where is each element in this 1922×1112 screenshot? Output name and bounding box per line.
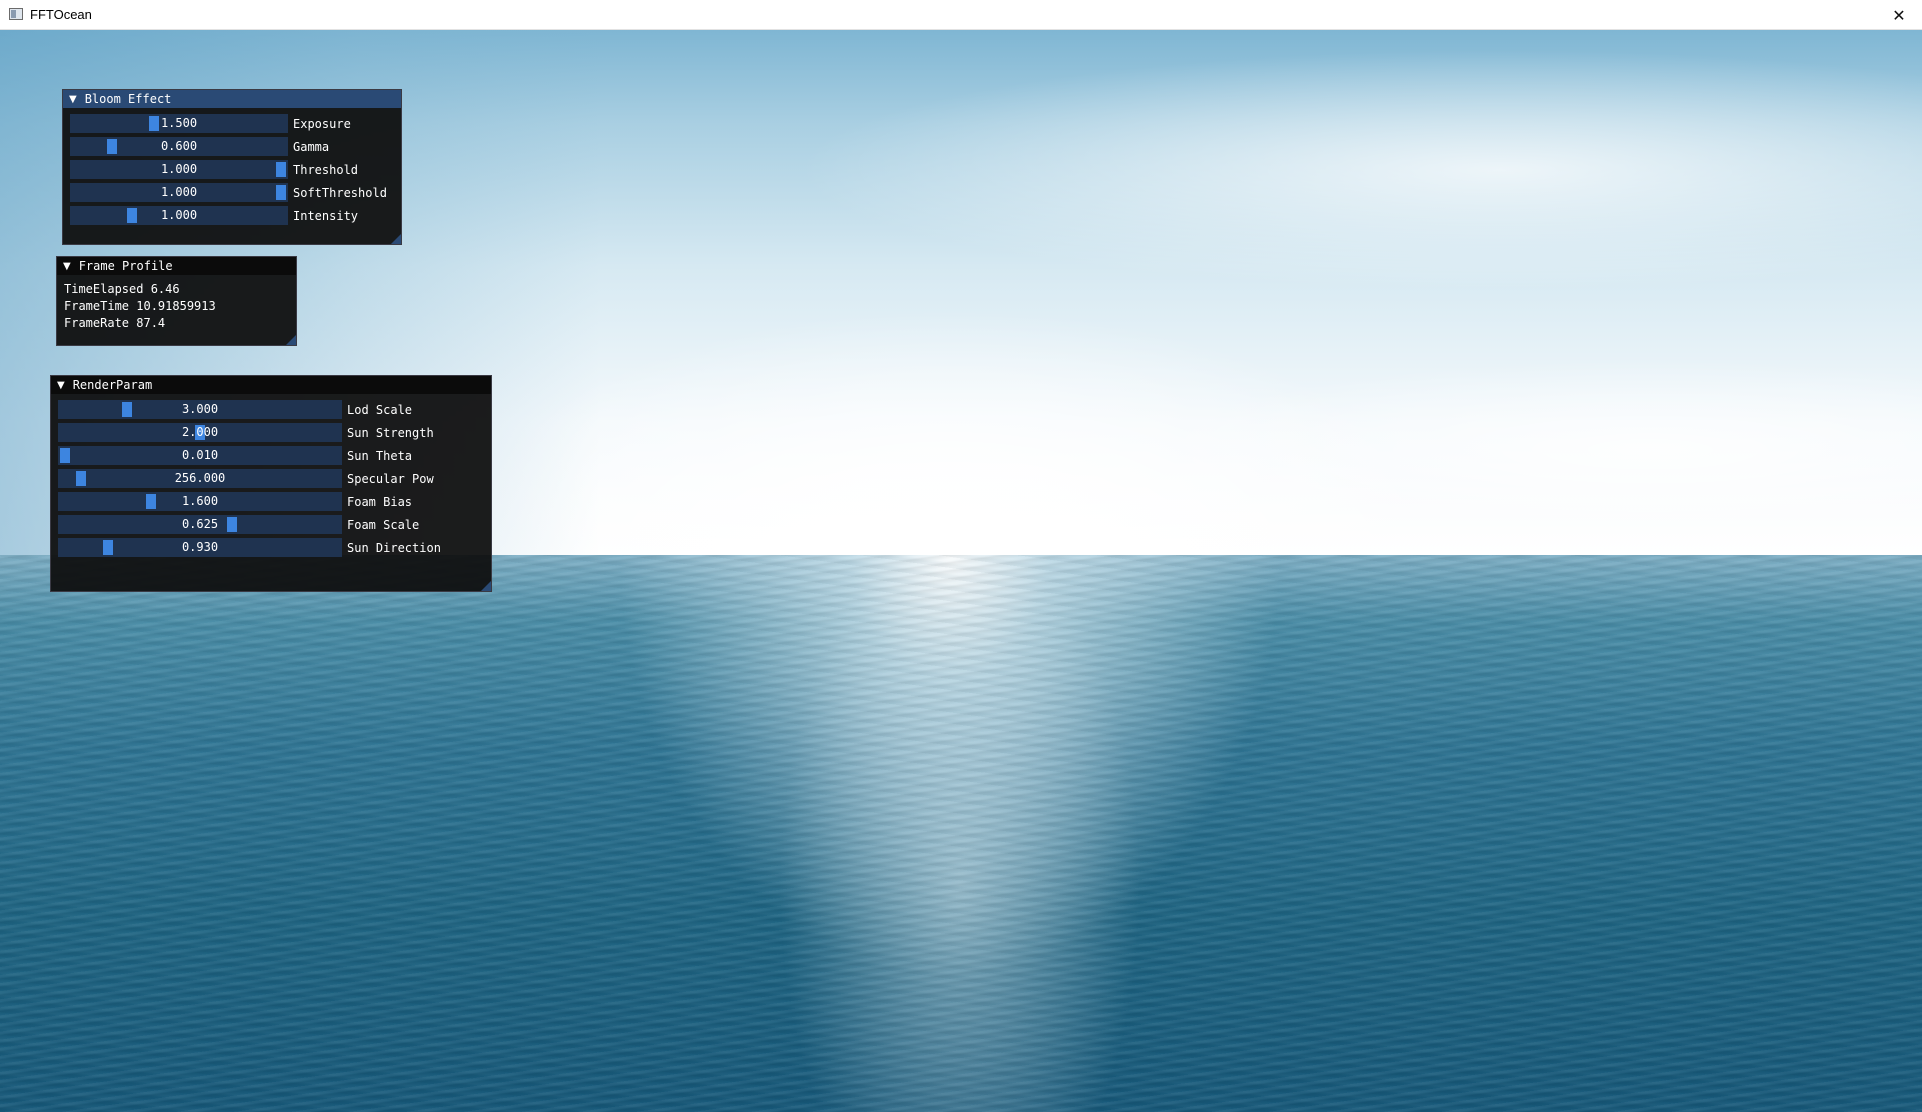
slider-gamma[interactable]: 0.600 xyxy=(70,137,288,156)
resize-grip-icon[interactable] xyxy=(286,335,296,345)
time-elapsed-text: TimeElapsed 6.46 xyxy=(64,282,180,296)
slider-value: 256.000 xyxy=(174,471,226,485)
slider-sun-theta[interactable]: 0.010 xyxy=(58,446,342,465)
app-window-icon xyxy=(9,8,23,20)
slider-label: Foam Scale xyxy=(347,517,420,532)
resize-grip-icon[interactable] xyxy=(481,581,491,591)
slider-label: Foam Bias xyxy=(347,494,413,509)
slider-row: 0.010 Sun Theta xyxy=(51,444,491,467)
panel-title: Frame Profile xyxy=(78,259,173,273)
slider-value: 2.000 xyxy=(181,425,219,439)
slider-row: 0.625 Foam Scale xyxy=(51,513,491,536)
frame-rate-text: FrameRate 87.4 xyxy=(64,316,166,330)
slider-label: Threshold xyxy=(293,162,359,177)
bloom-effect-panel: ▼ Bloom Effect 1.500 Exposure 0.600 Gamma 1.… xyxy=(62,89,402,245)
window-title-bar: FFTOcean ✕ xyxy=(0,0,1922,30)
slider-foam-scale[interactable]: 0.625 xyxy=(58,515,342,534)
slider-row: 1.000 SoftThreshold xyxy=(63,181,401,204)
render-param-header[interactable]: ▼ RenderParam xyxy=(51,376,491,394)
slider-label: Sun Strength xyxy=(347,425,434,440)
render-param-panel: ▼ RenderParam 3.000 Lod Scale 2.000 Sun Str… xyxy=(50,375,492,592)
slider-row: 0.930 Sun Direction xyxy=(51,536,491,559)
slider-softthreshold[interactable]: 1.000 xyxy=(70,183,288,202)
slider-foam-bias[interactable]: 1.600 xyxy=(58,492,342,511)
resize-grip-icon[interactable] xyxy=(391,234,401,244)
slider-exposure[interactable]: 1.500 xyxy=(70,114,288,133)
slider-value: 1.600 xyxy=(181,494,219,508)
slider-row: 256.000 Specular Pow xyxy=(51,467,491,490)
window-title: FFTOcean xyxy=(30,7,92,22)
slider-row: 1.600 Foam Bias xyxy=(51,490,491,513)
slider-row: 2.000 Sun Strength xyxy=(51,421,491,444)
slider-value: 1.000 xyxy=(160,162,198,176)
collapse-arrow-icon[interactable]: ▼ xyxy=(69,94,77,105)
collapse-arrow-icon[interactable]: ▼ xyxy=(63,261,71,272)
sea-surface xyxy=(0,555,1922,1112)
bloom-rows: 1.500 Exposure 0.600 Gamma 1.000 Threshold 1.0… xyxy=(63,108,401,227)
slider-value: 0.930 xyxy=(181,540,219,554)
slider-value: 3.000 xyxy=(181,402,219,416)
slider-sun-direction[interactable]: 0.930 xyxy=(58,538,342,557)
slider-intensity[interactable]: 1.000 xyxy=(70,206,288,225)
slider-label: Exposure xyxy=(293,116,351,131)
collapse-arrow-icon[interactable]: ▼ xyxy=(57,380,65,391)
slider-row: 1.500 Exposure xyxy=(63,112,401,135)
slider-specular-pow[interactable]: 256.000 xyxy=(58,469,342,488)
slider-sun-strength[interactable]: 2.000 xyxy=(58,423,342,442)
slider-label: Sun Theta xyxy=(347,448,413,463)
slider-value: 0.600 xyxy=(160,139,198,153)
close-icon[interactable]: ✕ xyxy=(1876,0,1922,30)
slider-row: 1.000 Intensity xyxy=(63,204,401,227)
panel-title: Bloom Effect xyxy=(84,92,172,106)
slider-label: Sun Direction xyxy=(347,540,441,555)
frame-profile-header[interactable]: ▼ Frame Profile xyxy=(57,257,296,275)
bloom-effect-header[interactable]: ▼ Bloom Effect xyxy=(63,90,401,108)
slider-value: 0.625 xyxy=(181,517,219,531)
slider-value: 1.500 xyxy=(160,116,198,130)
slider-label: Gamma xyxy=(293,139,330,154)
slider-label: Intensity xyxy=(293,208,359,223)
slider-lod-scale[interactable]: 3.000 xyxy=(58,400,342,419)
slider-threshold[interactable]: 1.000 xyxy=(70,160,288,179)
slider-value: 0.010 xyxy=(181,448,219,462)
slider-label: Lod Scale xyxy=(347,402,413,417)
slider-label: SoftThreshold xyxy=(293,185,387,200)
slider-row: 1.000 Threshold xyxy=(63,158,401,181)
slider-label: Specular Pow xyxy=(347,471,434,486)
panel-title: RenderParam xyxy=(72,378,153,392)
frame-time-text: FrameTime 10.91859913 xyxy=(64,299,216,313)
slider-value: 1.000 xyxy=(160,208,198,222)
render-rows: 3.000 Lod Scale 2.000 Sun Strength 0.010 Sun … xyxy=(51,394,491,559)
frame-profile-panel: ▼ Frame Profile TimeElapsed 6.46 FrameTi… xyxy=(56,256,297,346)
slider-row: 3.000 Lod Scale xyxy=(51,398,491,421)
slider-value: 1.000 xyxy=(160,185,198,199)
slider-row: 0.600 Gamma xyxy=(63,135,401,158)
